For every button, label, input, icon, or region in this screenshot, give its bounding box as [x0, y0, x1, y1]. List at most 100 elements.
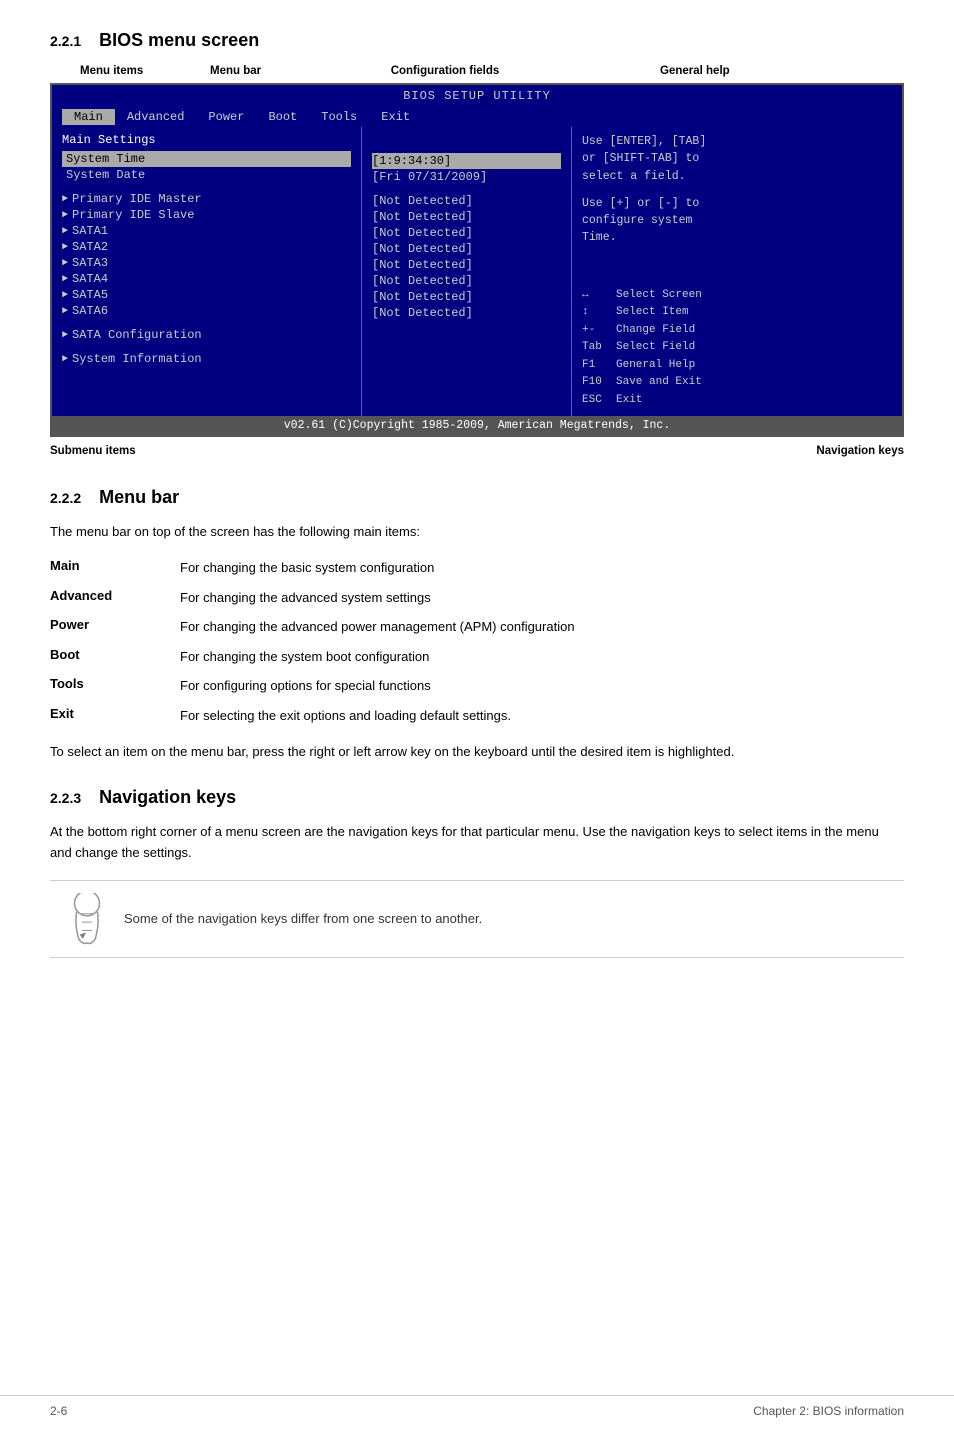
- bios-item-label: System Date: [66, 168, 145, 182]
- arrow-icon: ►: [62, 274, 68, 285]
- bios-value-ide-master: [Not Detected]: [372, 193, 561, 209]
- table-row: Main For changing the basic system confi…: [50, 553, 904, 583]
- menu-desc-main: For changing the basic system configurat…: [180, 553, 904, 583]
- bios-item-label: SATA1: [72, 224, 108, 238]
- bios-item-label: Primary IDE Slave: [72, 208, 194, 222]
- section-221-title: BIOS menu screen: [99, 30, 259, 51]
- bios-item-system-date[interactable]: System Date: [62, 167, 351, 183]
- label-navigation-keys: Navigation keys: [816, 445, 904, 457]
- section-221-heading: 2.2.1 BIOS menu screen: [50, 30, 904, 51]
- bios-menu-advanced[interactable]: Advanced: [115, 109, 197, 125]
- bios-item-label: SATA6: [72, 304, 108, 318]
- section-222: 2.2.2 Menu bar The menu bar on top of th…: [50, 487, 904, 763]
- bios-value-time[interactable]: [1:9:34:30]: [372, 153, 561, 169]
- bios-menu-tools[interactable]: Tools: [309, 109, 369, 125]
- arrow-icon: ►: [62, 210, 68, 221]
- bios-nav-keys: ↔ Select Screen ↕ Select Item +- Change …: [582, 287, 892, 410]
- bios-item-primary-ide-master[interactable]: ► Primary IDE Master: [62, 191, 351, 207]
- label-menu-bar: Menu bar: [210, 65, 300, 77]
- bios-center-panel: [1:9:34:30] [Fri 07/31/2009] [Not Detect…: [362, 127, 572, 416]
- section-222-heading: 2.2.2 Menu bar: [50, 487, 904, 508]
- menu-label-exit: Exit: [50, 701, 180, 731]
- bios-title: BIOS SETUP UTILITY: [403, 89, 551, 103]
- bios-item-sata5[interactable]: ► SATA5: [62, 287, 351, 303]
- bios-item-label: SATA5: [72, 288, 108, 302]
- bios-menu-bar: Main Advanced Power Boot Tools Exit: [52, 107, 902, 127]
- menu-label-main: Main: [50, 553, 180, 583]
- bios-help-text: Use [ENTER], [TAB] or [SHIFT-TAB] to sel…: [582, 133, 892, 247]
- table-row: Tools For configuring options for specia…: [50, 671, 904, 701]
- bios-item-system-time[interactable]: System Time: [62, 151, 351, 167]
- menu-desc-exit: For selecting the exit options and loadi…: [180, 701, 904, 731]
- menu-desc-tools: For configuring options for special func…: [180, 671, 904, 701]
- menu-desc-power: For changing the advanced power manageme…: [180, 612, 904, 642]
- bios-menu-boot[interactable]: Boot: [256, 109, 309, 125]
- bios-item-sata6[interactable]: ► SATA6: [62, 303, 351, 319]
- bios-value-ide-slave: [Not Detected]: [372, 209, 561, 225]
- menu-desc-advanced: For changing the advanced system setting…: [180, 583, 904, 613]
- bios-item-sata-config[interactable]: ► SATA Configuration: [62, 327, 351, 343]
- bios-diagram: Menu items Menu bar Configuration fields…: [50, 65, 904, 457]
- menu-bar-intro: The menu bar on top of the screen has th…: [50, 522, 904, 542]
- section-223-title: Navigation keys: [99, 787, 236, 808]
- label-general-help: General help: [660, 65, 780, 77]
- table-row: Exit For selecting the exit options and …: [50, 701, 904, 731]
- diagram-bottom-labels: Submenu items Navigation keys: [50, 445, 904, 457]
- diagram-top-labels: Menu items Menu bar Configuration fields…: [50, 65, 904, 77]
- menu-label-power: Power: [50, 612, 180, 642]
- bios-item-label: System Time: [66, 152, 145, 166]
- bios-value-sata5: [Not Detected]: [372, 289, 561, 305]
- select-instruction: To select an item on the menu bar, press…: [50, 742, 904, 763]
- bios-item-sata2[interactable]: ► SATA2: [62, 239, 351, 255]
- section-221-num: 2.2.1: [50, 33, 81, 49]
- bios-item-label: Primary IDE Master: [72, 192, 202, 206]
- menu-label-advanced: Advanced: [50, 583, 180, 613]
- section-223: 2.2.3 Navigation keys At the bottom righ…: [50, 787, 904, 958]
- menu-desc-boot: For changing the system boot configurati…: [180, 642, 904, 672]
- bios-item-primary-ide-slave[interactable]: ► Primary IDE Slave: [62, 207, 351, 223]
- section-223-num: 2.2.3: [50, 790, 81, 806]
- arrow-icon: ►: [62, 290, 68, 301]
- section-222-title: Menu bar: [99, 487, 179, 508]
- arrow-icon: ►: [62, 306, 68, 317]
- bios-submenu-header: Main Settings: [62, 133, 351, 147]
- bios-item-label: SATA Configuration: [72, 328, 202, 342]
- bios-value-date[interactable]: [Fri 07/31/2009]: [372, 169, 561, 185]
- table-row: Advanced For changing the advanced syste…: [50, 583, 904, 613]
- bios-item-label: SATA4: [72, 272, 108, 286]
- arrow-icon: ►: [62, 258, 68, 269]
- bios-right-panel: Use [ENTER], [TAB] or [SHIFT-TAB] to sel…: [572, 127, 902, 416]
- bios-item-system-info[interactable]: ► System Information: [62, 351, 351, 367]
- section-222-num: 2.2.2: [50, 490, 81, 506]
- menu-table: Main For changing the basic system confi…: [50, 553, 904, 730]
- footer-chapter: Chapter 2: BIOS information: [753, 1404, 904, 1418]
- bios-screen: BIOS SETUP UTILITY Main Advanced Power B…: [50, 83, 904, 437]
- note-box: Some of the navigation keys differ from …: [50, 880, 904, 958]
- bios-value-sata1: [Not Detected]: [372, 225, 561, 241]
- bios-menu-power[interactable]: Power: [196, 109, 256, 125]
- arrow-icon: ►: [62, 226, 68, 237]
- bios-menu-main[interactable]: Main: [62, 109, 115, 125]
- bios-item-sata3[interactable]: ► SATA3: [62, 255, 351, 271]
- table-row: Power For changing the advanced power ma…: [50, 612, 904, 642]
- table-row: Boot For changing the system boot config…: [50, 642, 904, 672]
- bios-item-sata1[interactable]: ► SATA1: [62, 223, 351, 239]
- arrow-icon: ►: [62, 330, 68, 341]
- label-menu-items: Menu items: [80, 65, 190, 77]
- section-223-heading: 2.2.3 Navigation keys: [50, 787, 904, 808]
- bios-value-sata3: [Not Detected]: [372, 257, 561, 273]
- bios-item-sata4[interactable]: ► SATA4: [62, 271, 351, 287]
- page-footer: 2-6 Chapter 2: BIOS information: [0, 1395, 954, 1418]
- bios-menu-exit[interactable]: Exit: [369, 109, 422, 125]
- bios-title-bar: BIOS SETUP UTILITY: [52, 85, 902, 107]
- menu-label-tools: Tools: [50, 671, 180, 701]
- bios-content: Main Settings System Time System Date ► …: [52, 127, 902, 416]
- note-text: Some of the navigation keys differ from …: [124, 911, 482, 926]
- bios-left-panel: Main Settings System Time System Date ► …: [52, 127, 362, 416]
- bios-item-label: System Information: [72, 352, 202, 366]
- bios-item-label: SATA3: [72, 256, 108, 270]
- arrow-icon: ►: [62, 354, 68, 365]
- bios-footer: v02.61 (C)Copyright 1985-2009, American …: [52, 416, 902, 435]
- bios-item-label: SATA2: [72, 240, 108, 254]
- note-pencil-icon: [66, 893, 108, 945]
